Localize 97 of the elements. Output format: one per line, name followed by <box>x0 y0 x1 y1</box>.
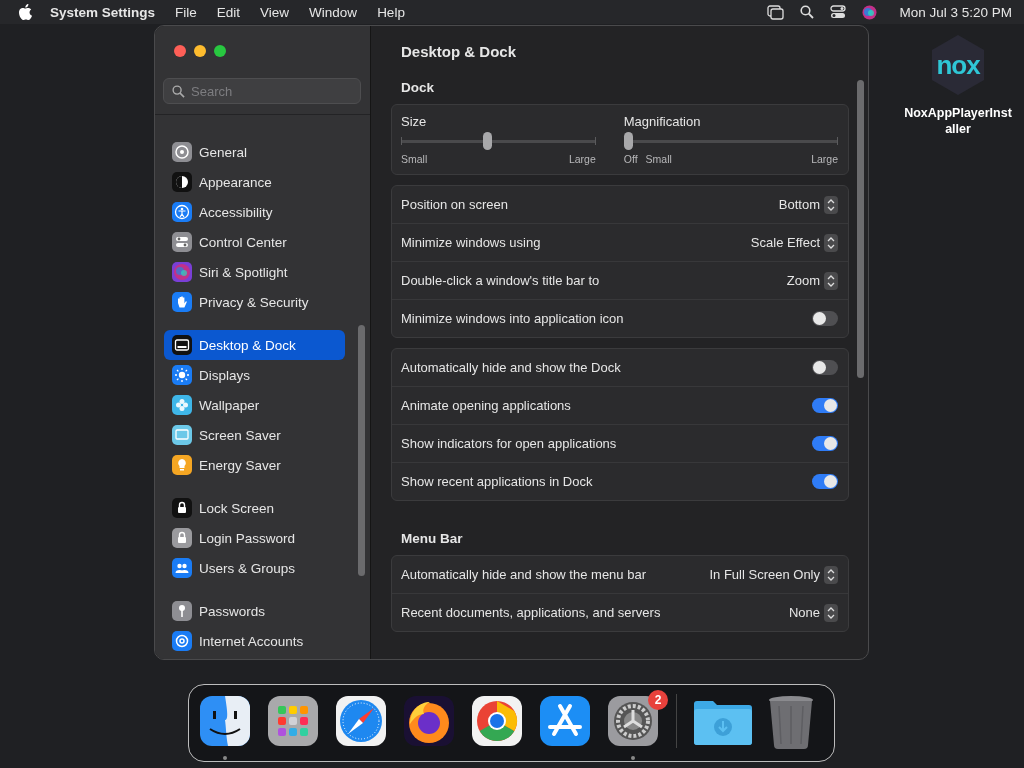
popup-button[interactable]: Bottom <box>778 195 838 214</box>
dock-icon <box>172 335 192 355</box>
sidebar-item[interactable]: Screen Saver <box>164 420 345 450</box>
stepper-icon <box>824 233 838 252</box>
menu-item[interactable]: Help <box>377 4 405 20</box>
slider-label: Size <box>401 114 428 129</box>
person-icon <box>172 202 192 222</box>
people-icon <box>172 558 192 578</box>
setting-label: Position on screen <box>401 197 509 212</box>
scrollbar-thumb[interactable] <box>358 325 365 576</box>
sidebar-item[interactable]: Appearance <box>164 167 345 197</box>
search-field[interactable]: Search <box>163 78 361 104</box>
face-icon[interactable] <box>198 694 252 748</box>
toggle-switch[interactable] <box>812 311 838 326</box>
stepper-icon <box>824 271 838 290</box>
setting-label: Automatically hide and show the menu bar <box>401 567 647 582</box>
toggle-switch[interactable] <box>812 474 838 489</box>
scale-label: Large <box>568 153 596 165</box>
sidebar-item[interactable]: Control Center <box>164 227 345 257</box>
popup-button[interactable]: Scale Effect <box>750 233 838 252</box>
setting-label: Minimize windows into application icon <box>401 311 625 326</box>
slider-label: Magnification <box>623 114 702 129</box>
close-button[interactable] <box>174 45 186 57</box>
setting-label: Recent documents, applications, and servers <box>401 605 662 620</box>
search-icon[interactable] <box>800 5 815 19</box>
app-menu[interactable]: System Settings <box>50 4 156 20</box>
toggle-switch[interactable] <box>812 398 838 413</box>
popup-button[interactable]: In Full Screen Only <box>709 565 838 584</box>
setting-label: Double-click a window's title bar to <box>401 273 601 288</box>
flower-icon <box>172 395 192 415</box>
orb-icon[interactable] <box>862 4 878 20</box>
sun-icon <box>172 365 192 385</box>
lock-icon <box>172 528 192 548</box>
section-heading: Menu Bar <box>401 531 464 546</box>
setting-label: Animate opening applications <box>401 398 572 413</box>
setting-label: Show indicators for open applications <box>401 436 618 451</box>
hand-icon <box>172 292 192 312</box>
sidebar-item[interactable]: Siri & Spotlight <box>164 257 345 287</box>
switches-icon[interactable] <box>830 5 847 19</box>
compass-icon[interactable] <box>334 694 388 748</box>
popup-button[interactable]: Zoom <box>786 271 838 290</box>
sidebar-item[interactable]: General <box>164 137 345 167</box>
stepper-icon <box>824 565 838 584</box>
sidebar-item[interactable]: Desktop & Dock <box>164 330 345 360</box>
notification-badge: 2 <box>648 690 668 710</box>
fox-icon[interactable] <box>402 694 456 748</box>
page-title: Desktop & Dock <box>401 43 518 60</box>
app-grid-icon[interactable] <box>266 694 320 748</box>
toggle-switch[interactable] <box>812 436 838 451</box>
menu-item[interactable]: Window <box>309 4 358 20</box>
sidebar-item[interactable]: Energy Saver <box>164 450 345 480</box>
popup-button[interactable]: None <box>788 603 838 622</box>
scrollbar-thumb[interactable] <box>857 80 864 378</box>
sidebar-item[interactable]: Displays <box>164 360 345 390</box>
half-icon <box>172 172 192 192</box>
setting-label: Show recent applications in Dock <box>401 474 594 489</box>
bulb-icon <box>172 455 192 475</box>
store-icon[interactable] <box>538 694 592 748</box>
scale-label: Off <box>623 153 638 165</box>
gear-icon <box>172 142 192 162</box>
desktop-icon-label[interactable]: NoxAppPlayerInstaller <box>902 105 1014 137</box>
sidebar-item[interactable]: Internet Accounts <box>164 626 345 656</box>
sidebar-item[interactable]: Login Password <box>164 523 345 553</box>
search-icon <box>172 85 185 98</box>
stepper-icon <box>824 603 838 622</box>
ring-icon[interactable] <box>470 694 524 748</box>
slider-thumb[interactable] <box>482 132 492 150</box>
apple-logo-icon[interactable] <box>18 4 32 20</box>
gear-icon[interactable] <box>606 694 660 748</box>
lock-icon <box>172 498 192 518</box>
key-icon <box>172 601 192 621</box>
menu-item[interactable]: View <box>260 4 290 20</box>
setting-label: Automatically hide and show the Dock <box>401 360 622 375</box>
windows-icon[interactable] <box>767 4 785 20</box>
sidebar-item[interactable]: Users & Groups <box>164 553 345 583</box>
stepper-icon <box>824 195 838 214</box>
zoom-button[interactable] <box>214 45 226 57</box>
sidebar-item[interactable]: Lock Screen <box>164 493 345 523</box>
trash-icon[interactable] <box>767 694 815 750</box>
scale-label: Small <box>401 153 428 165</box>
menu-item[interactable]: Edit <box>216 4 241 20</box>
menu-item[interactable]: File <box>175 4 197 20</box>
scale-label: Small <box>645 153 672 165</box>
setting-label: Minimize windows using <box>401 235 542 250</box>
minimize-button[interactable] <box>194 45 206 57</box>
sidebar-item[interactable]: Accessibility <box>164 197 345 227</box>
section-heading: Dock <box>401 80 435 95</box>
sidebar-item[interactable]: Passwords <box>164 596 345 626</box>
sidebar-item[interactable]: Privacy & Security <box>164 287 345 317</box>
scale-label: Large <box>811 153 838 165</box>
screen-icon <box>172 425 192 445</box>
slider-thumb[interactable] <box>623 132 633 150</box>
switch-icon <box>172 232 192 252</box>
clock-text: Mon Jul 3 5:20 PM <box>899 4 1012 20</box>
sidebar-item[interactable]: Wallpaper <box>164 390 345 420</box>
orb-icon <box>172 262 192 282</box>
toggle-switch[interactable] <box>812 360 838 375</box>
